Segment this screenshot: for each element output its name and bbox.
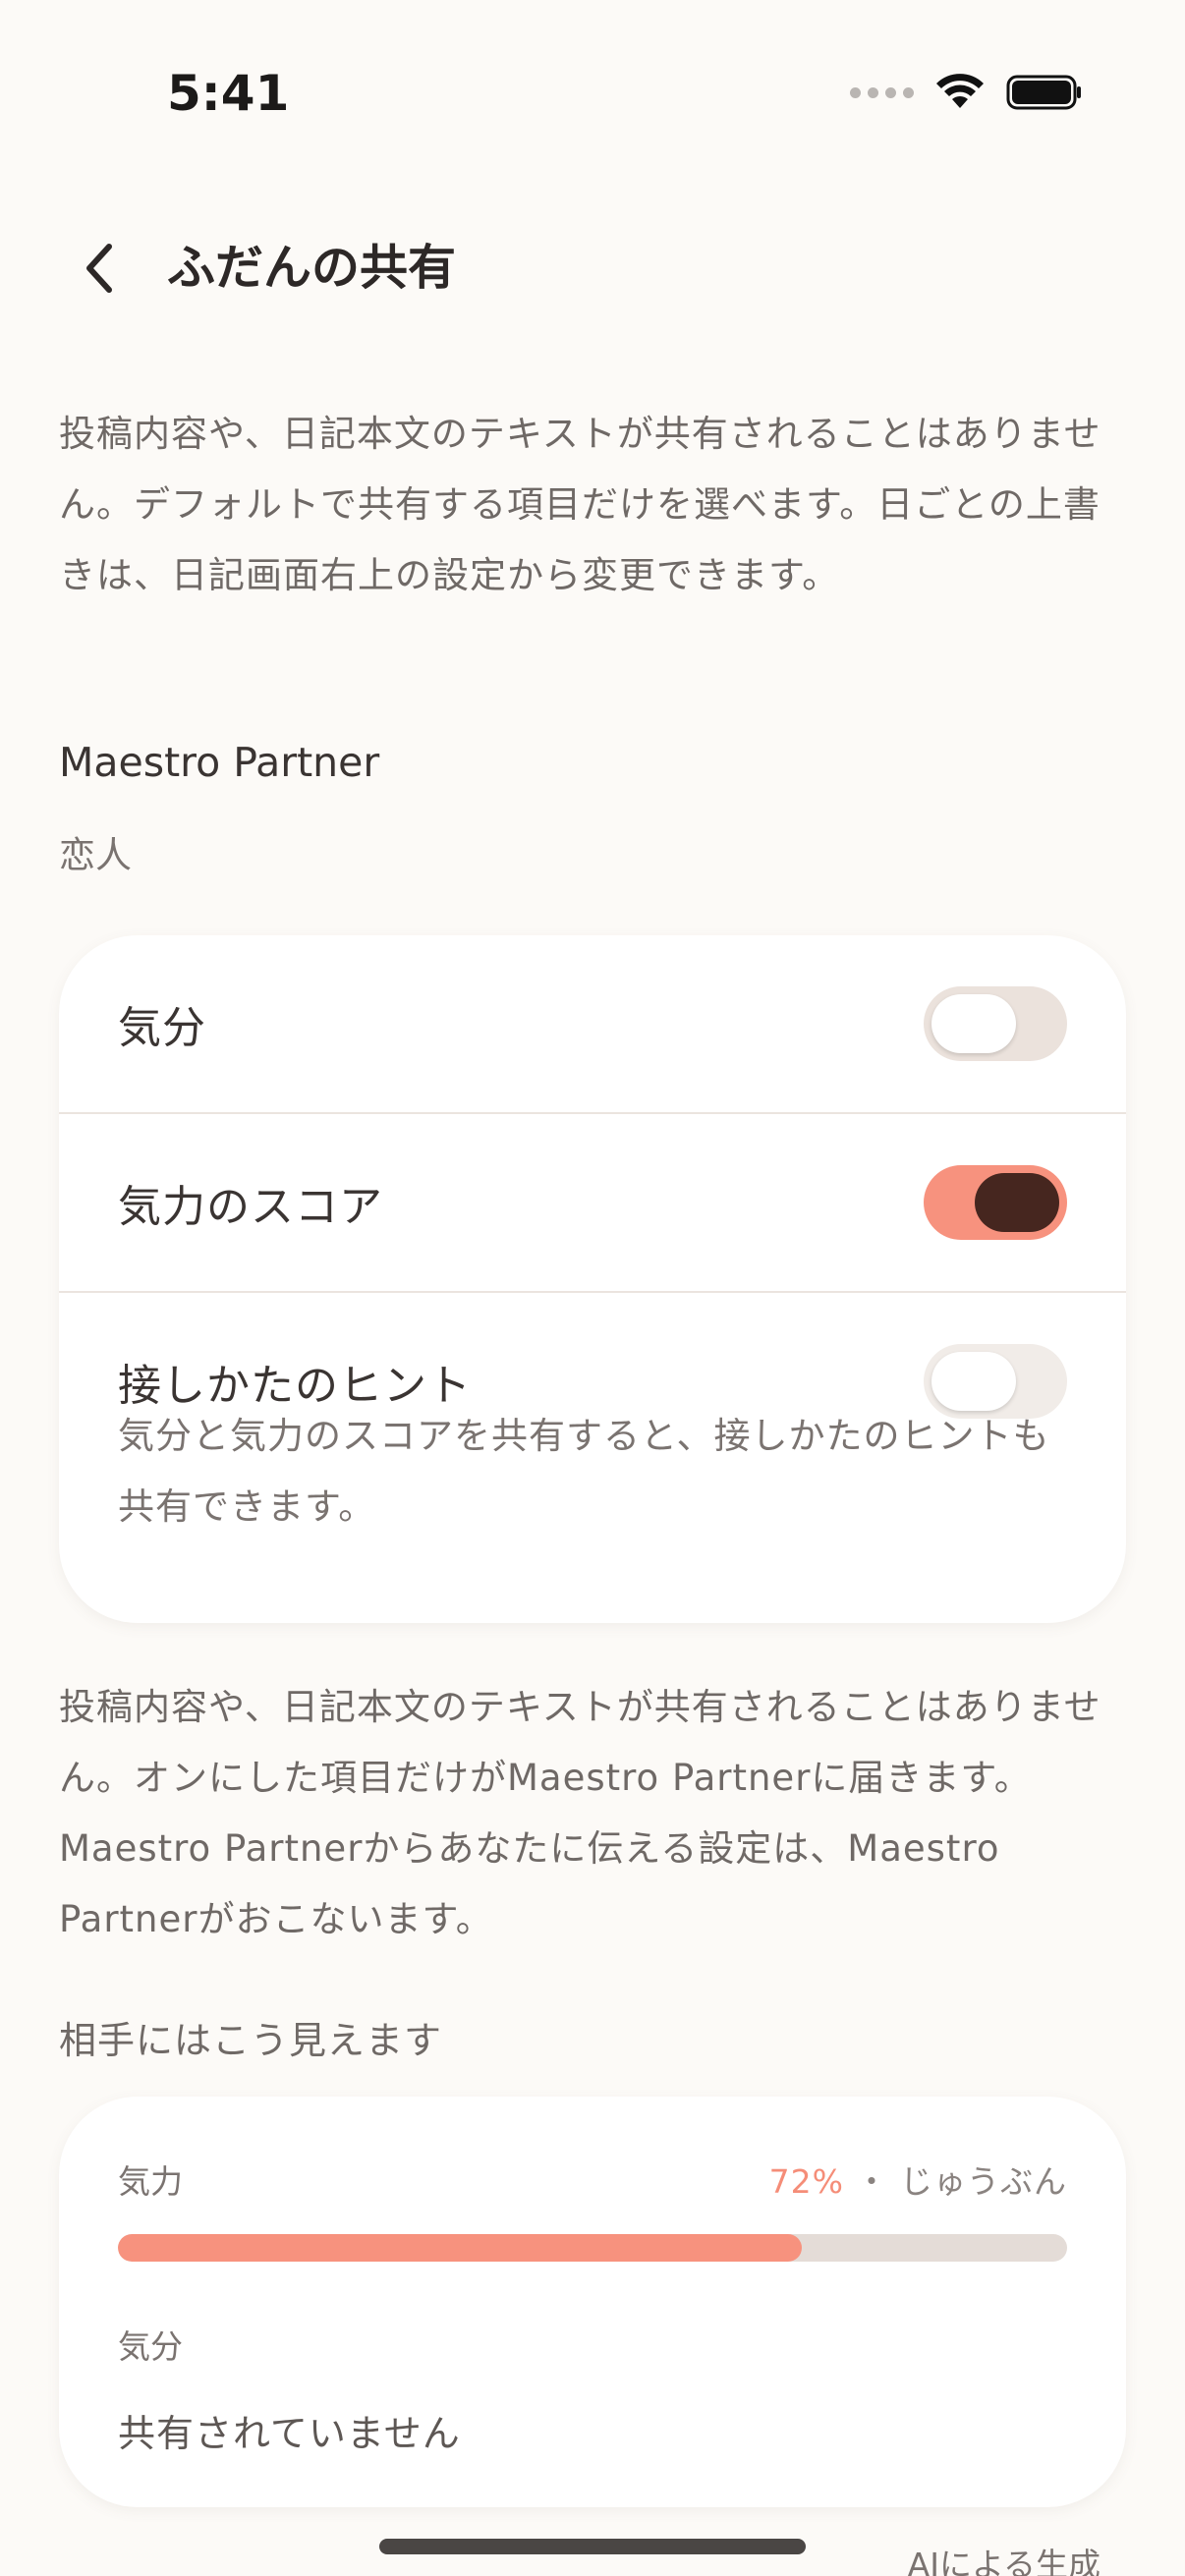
setting-label-mood: 気分 [118,1003,206,1053]
preview-mood-value: 共有されていません [118,2412,461,2455]
status-icons [850,73,1083,112]
partner-relation: 恋人 [59,834,132,876]
screen: 5:41 ふだんの共有 投稿内容や、日記本文のテキストが共有されることはありませ… [0,0,1185,2576]
energy-score-toggle[interactable] [924,1165,1067,1240]
page-title: ふだんの共有 [167,240,457,296]
partner-preview-card: 気力 72% ・ じゅうぶん 気分 共有されていません [59,2097,1126,2507]
mood-toggle[interactable] [924,986,1067,1061]
partner-name: Maestro Partner [59,739,380,786]
preview-energy-value: 72% ・ じゅうぶん [769,2156,1067,2203]
setting-row-interaction-hint: 接しかたのヒント 気分と気力のスコアを共有すると、接しかたのヒントも共有できます… [59,1293,1126,1623]
wifi-icon [936,74,984,108]
setting-row-energy-score: 気力のスコア [59,1114,1126,1293]
chevron-left-icon [86,244,112,293]
intro-description: 投稿内容や、日記本文のテキストが共有されることはありません。デフォルトで共有する… [59,413,1101,596]
ai-generated-label: AIによる生成 [907,2546,1100,2576]
energy-progress-bar [118,2234,1067,2262]
energy-progress-fill [118,2234,802,2262]
sharing-info-text: 投稿内容や、日記本文のテキストが共有されることはありません。オンにした項目だけが… [59,1686,1101,1940]
interaction-hint-description: 気分と気力のスコアを共有すると、接しかたのヒントも共有できます。 [118,1415,1050,1528]
cellular-signal-icon [850,86,914,98]
battery-icon [1006,75,1081,110]
preview-energy-separator: ・ [855,2162,889,2201]
preview-energy-percent: 72% [768,2162,844,2201]
setting-label-energy-score: 気力のスコア [118,1182,383,1232]
setting-row-mood: 気分 [59,935,1126,1114]
preview-energy-status: じゅうぶん [900,2162,1067,2201]
preview-energy-label: 気力 [118,2162,183,2201]
home-indicator[interactable] [379,2539,806,2554]
preview-mood-label: 気分 [118,2327,183,2366]
sharing-settings-card: 気分 気力のスコア 接しかたのヒント 気分と気力のスコアを共有すると、接しかたの… [59,935,1126,1623]
status-time: 5:41 [167,65,290,122]
preview-heading: 相手にはこう見えます [59,2019,443,2062]
back-button[interactable] [65,234,134,303]
